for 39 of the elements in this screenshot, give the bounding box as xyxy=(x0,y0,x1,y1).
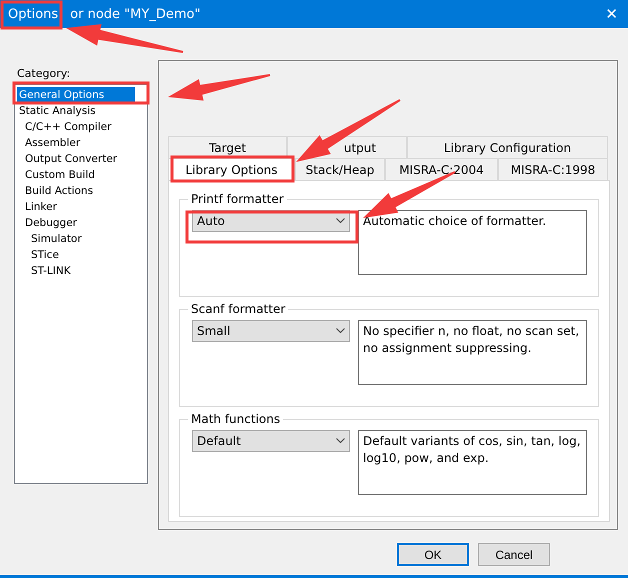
ok-button[interactable]: OK xyxy=(397,543,469,566)
group-title: Printf formatter xyxy=(188,192,287,206)
chevron-down-icon xyxy=(336,218,345,224)
window-title: or node "MY_Demo" xyxy=(70,6,200,22)
tab[interactable]: Target xyxy=(168,136,287,158)
cancel-button[interactable]: Cancel xyxy=(478,543,550,566)
dropdown-value: Default xyxy=(197,434,241,448)
category-item[interactable]: STice xyxy=(29,247,147,263)
category-item[interactable]: C/C++ Compiler xyxy=(23,119,147,135)
group-title: Math functions xyxy=(188,412,284,426)
dropdown-value: Auto xyxy=(197,214,225,228)
tab[interactable]: Stack/Heap xyxy=(295,158,385,180)
category-item[interactable]: Custom Build xyxy=(23,167,147,183)
tab[interactable]: Library Configuration xyxy=(407,136,608,158)
description-text: Default variants of cos, sin, tan, log, log10, pow, and exp. xyxy=(363,434,581,465)
category-label: Category: xyxy=(17,67,72,80)
dropdown-value: Small xyxy=(197,324,230,338)
category-item[interactable]: Linker xyxy=(23,199,147,215)
category-item[interactable]: Simulator xyxy=(29,231,147,247)
dropdown[interactable]: Default xyxy=(192,430,350,452)
category-item[interactable]: General Options xyxy=(17,87,135,103)
category-item[interactable]: Output Converter xyxy=(23,151,147,167)
tab[interactable]: Library Options xyxy=(168,158,295,180)
dropdown[interactable]: Small xyxy=(192,320,350,342)
window-title: Options xyxy=(8,6,58,22)
category-item[interactable]: Build Actions xyxy=(23,183,147,199)
category-item[interactable]: ST-LINK xyxy=(29,263,147,279)
category-item[interactable]: Static Analysis xyxy=(17,103,147,119)
category-item[interactable]: Assembler xyxy=(23,135,147,151)
chevron-down-icon xyxy=(336,438,345,444)
tab[interactable]: MISRA-C:2004 xyxy=(385,158,498,180)
chevron-down-icon xyxy=(336,328,345,334)
category-item[interactable]: Debugger xyxy=(23,215,147,231)
highlight-frame xyxy=(0,0,62,30)
description-text: No specifier n, no float, no scan set, no assignment suppressing. xyxy=(363,324,580,355)
close-button[interactable]: ✕ xyxy=(599,5,624,23)
description-text: Automatic choice of formatter. xyxy=(363,214,546,228)
tab[interactable]: MISRA-C:1998 xyxy=(498,158,608,180)
group-title: Scanf formatter xyxy=(188,302,288,316)
